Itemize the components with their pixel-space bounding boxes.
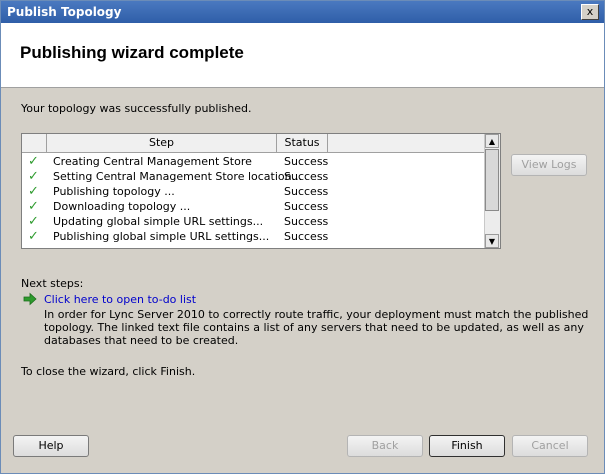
step-name: Publishing global simple URL settings...: [53, 230, 270, 243]
list-rows: ✓ Creating Central Management Store Succ…: [22, 154, 484, 247]
view-logs-button[interactable]: View Logs: [511, 154, 587, 176]
list-item[interactable]: ✓ Publishing global simple URL settings.…: [22, 229, 484, 244]
help-button[interactable]: Help: [13, 435, 89, 457]
list-item[interactable]: ✓ Setting Central Management Store locat…: [22, 169, 484, 184]
close-instruction: To close the wizard, click Finish.: [21, 365, 196, 378]
column-header-status[interactable]: Status: [277, 134, 328, 152]
check-icon: ✓: [28, 184, 39, 199]
next-steps-label: Next steps:: [21, 277, 84, 290]
scrollbar-thumb[interactable]: [485, 149, 499, 211]
steps-list[interactable]: Step Status ✓ Creating Central Managemen…: [21, 133, 501, 249]
step-name: Creating Central Management Store: [53, 155, 252, 168]
scroll-down-icon: ▼: [488, 237, 496, 246]
check-icon: ✓: [28, 229, 39, 244]
close-button[interactable]: x: [581, 4, 599, 20]
scroll-up-icon: ▲: [488, 137, 496, 146]
step-name: Updating global simple URL settings...: [53, 215, 264, 228]
status-message: Your topology was successfully published…: [21, 102, 252, 115]
step-status: Success: [284, 155, 329, 168]
list-item[interactable]: ✓ Publishing topology ... Success: [22, 184, 484, 199]
step-status: Success: [284, 230, 329, 243]
todo-list-link[interactable]: Click here to open to-do list: [44, 293, 196, 306]
list-item[interactable]: ✓ Updating global simple URL settings...…: [22, 214, 484, 229]
next-steps-description: In order for Lync Server 2010 to correct…: [44, 308, 589, 347]
wizard-header: Publishing wizard complete: [1, 23, 604, 88]
check-icon: ✓: [28, 214, 39, 229]
cancel-button[interactable]: Cancel: [512, 435, 588, 457]
step-status: Success: [284, 200, 329, 213]
scroll-down-button[interactable]: ▼: [485, 234, 499, 248]
scroll-up-button[interactable]: ▲: [485, 134, 499, 148]
step-name: Setting Central Management Store locatio…: [53, 170, 303, 183]
list-item[interactable]: ✓ Downloading topology ... Success: [22, 199, 484, 214]
step-name: Publishing topology ...: [53, 185, 175, 198]
finish-button[interactable]: Finish: [429, 435, 505, 457]
column-header-check[interactable]: [22, 134, 47, 152]
list-scrollbar[interactable]: ▲ ▼: [484, 134, 500, 248]
close-icon: x: [586, 5, 594, 18]
column-header-step[interactable]: Step: [47, 134, 277, 152]
window-title: Publish Topology: [7, 5, 122, 19]
step-status: Success: [284, 170, 329, 183]
list-header: Step Status: [22, 134, 484, 153]
arrow-right-icon: [23, 292, 37, 306]
check-icon: ✓: [28, 199, 39, 214]
list-item[interactable]: ✓ Creating Central Management Store Succ…: [22, 154, 484, 169]
check-icon: ✓: [28, 169, 39, 184]
page-title: Publishing wizard complete: [20, 43, 244, 62]
step-status: Success: [284, 215, 329, 228]
check-icon: ✓: [28, 154, 39, 169]
publish-topology-window: Publish Topology x Publishing wizard com…: [0, 0, 605, 474]
step-status: Success: [284, 185, 329, 198]
title-bar[interactable]: Publish Topology x: [1, 1, 604, 23]
back-button[interactable]: Back: [347, 435, 423, 457]
step-name: Downloading topology ...: [53, 200, 191, 213]
